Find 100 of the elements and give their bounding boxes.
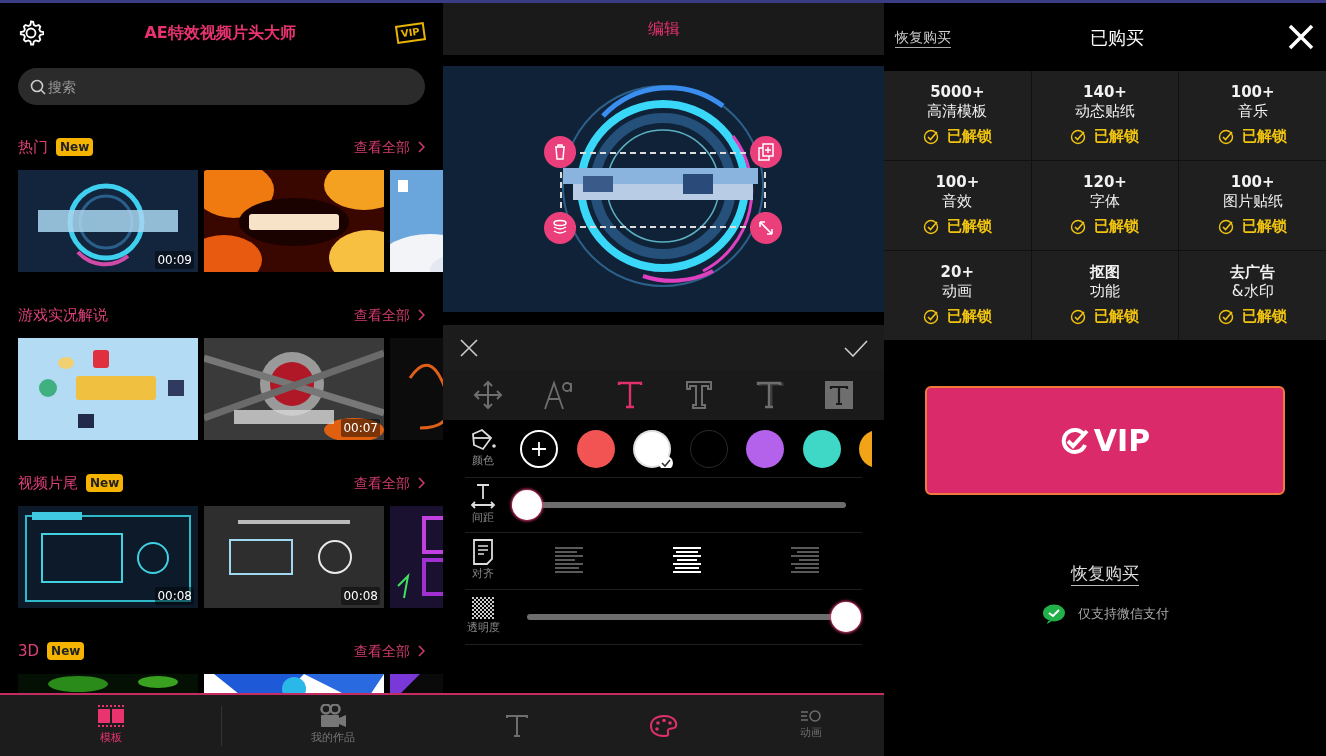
close-button[interactable] [1288, 24, 1314, 50]
feature-text: 音乐 [1237, 102, 1268, 122]
property-label: 透明度 [466, 620, 500, 637]
unlock-status: 已解锁 [1094, 306, 1140, 328]
editor-tab[interactable]: 动画 [737, 708, 884, 743]
feature-text: 去广告 [1230, 263, 1276, 283]
close-icon [459, 337, 479, 358]
confirm-button[interactable] [844, 338, 868, 357]
settings-icon[interactable] [18, 19, 44, 46]
feature-text: 动画 [942, 282, 973, 302]
color-swatch[interactable] [746, 429, 784, 468]
feature-text: 5000+ [930, 83, 985, 103]
duration-label: 00:08 [341, 587, 380, 605]
unlock-status: 已解锁 [1242, 216, 1288, 238]
screen-title: 编辑 [443, 3, 884, 55]
move-icon [472, 380, 503, 410]
app-title: AE特效视频片头大师 [143, 21, 297, 44]
color-swatch[interactable] [689, 429, 728, 468]
feature-text: 高清模板 [927, 102, 988, 122]
wechat-icon [1041, 604, 1066, 624]
unlock-status: 已解锁 [1242, 126, 1288, 148]
restore-purchase-link[interactable]: 恢复购买 [895, 26, 951, 48]
feature-text: 20+ [940, 263, 975, 283]
section-title: 热门 [18, 136, 48, 158]
slider-thumb[interactable] [831, 602, 861, 632]
duration-label: 00:07 [341, 419, 380, 437]
close-icon [1288, 24, 1314, 50]
unlock-status: 已解锁 [946, 306, 992, 328]
color-swatch[interactable] [802, 429, 841, 468]
section-title: 游戏实况解说 [18, 304, 108, 326]
screen-title: 已购买 [1088, 25, 1145, 50]
check-circle-icon [1059, 426, 1090, 455]
chevron-icon [418, 141, 425, 153]
feature-text: 100+ [1230, 173, 1275, 193]
text-style-tool[interactable] [472, 380, 503, 410]
text-icon [504, 713, 529, 738]
vip-badge[interactable]: VIP [395, 21, 427, 44]
document-icon [472, 539, 494, 566]
unlock-status: 已解锁 [946, 216, 992, 238]
text-style-tool[interactable] [542, 380, 575, 410]
duration-label: 00:08 [155, 587, 194, 605]
section-title: 视频片尾 [18, 472, 78, 494]
paint-bucket-icon [470, 427, 496, 452]
font-size-icon [542, 380, 575, 410]
nav-tab[interactable]: 我的作品 [222, 703, 443, 748]
boxed-text-icon [824, 380, 855, 410]
text-style-tool[interactable] [824, 380, 855, 410]
checkmark-icon [659, 455, 673, 468]
unlock-status: 已解锁 [1094, 126, 1140, 148]
view-all-link[interactable]: 查看全部 [354, 472, 425, 494]
align-left-icon [553, 546, 586, 576]
checkerboard-icon [472, 597, 494, 620]
cancel-button[interactable] [459, 337, 479, 358]
align-center-icon [670, 546, 703, 576]
color-swatch[interactable] [633, 429, 671, 468]
shadow-text-icon [754, 380, 785, 410]
chevron-icon [418, 477, 425, 489]
motion-icon [799, 709, 822, 724]
slider-thumb[interactable] [512, 490, 542, 520]
outlined-text-icon [684, 380, 715, 410]
checkmark-icon [844, 338, 868, 357]
spacing-icon [470, 483, 496, 510]
search-field[interactable]: 搜索 [18, 68, 425, 105]
video-camera-icon [318, 704, 347, 729]
alignment-option[interactable] [670, 546, 703, 576]
property-label: 间距 [472, 510, 494, 527]
property-label: 颜色 [472, 452, 494, 469]
feature-text: 100+ [935, 173, 980, 193]
feature-text: 140+ [1083, 83, 1127, 103]
feature-text: 图片贴纸 [1222, 192, 1283, 212]
duration-label: 00:09 [155, 251, 194, 269]
feature-text: 120+ [1083, 173, 1127, 193]
view-all-link[interactable]: 查看全部 [354, 640, 425, 662]
feature-text: 动态贴纸 [1075, 102, 1135, 122]
restore-purchase-link[interactable]: 恢复购买 [1071, 561, 1139, 586]
view-all-link[interactable]: 查看全部 [354, 136, 425, 158]
new-badge: New [56, 138, 94, 156]
add-color-button[interactable] [520, 429, 558, 468]
chevron-icon [418, 645, 425, 657]
feature-text: 功能 [1090, 282, 1120, 302]
film-icon [97, 704, 124, 729]
view-all-link[interactable]: 查看全部 [354, 304, 425, 326]
text-style-tool[interactable] [684, 380, 715, 410]
chevron-icon [418, 309, 425, 321]
plus-icon [531, 440, 547, 457]
new-badge: New [47, 642, 85, 660]
feature-text: 字体 [1090, 192, 1120, 212]
feature-text: 抠图 [1090, 263, 1120, 283]
section-title: 3D [18, 640, 40, 662]
text-style-tool[interactable] [754, 380, 785, 410]
color-swatch[interactable] [576, 429, 615, 468]
unlock-status: 已解锁 [1242, 306, 1288, 328]
nav-tab[interactable]: 模板 [0, 703, 221, 748]
palette-icon [649, 714, 678, 737]
property-label: 对齐 [472, 566, 494, 583]
new-badge: New [86, 474, 124, 492]
feature-text: &水印 [1231, 282, 1274, 302]
vip-button[interactable]: VIP [925, 386, 1285, 495]
unlock-status: 已解锁 [1094, 216, 1140, 238]
payment-note: 仅支持微信支付 [1077, 605, 1169, 624]
